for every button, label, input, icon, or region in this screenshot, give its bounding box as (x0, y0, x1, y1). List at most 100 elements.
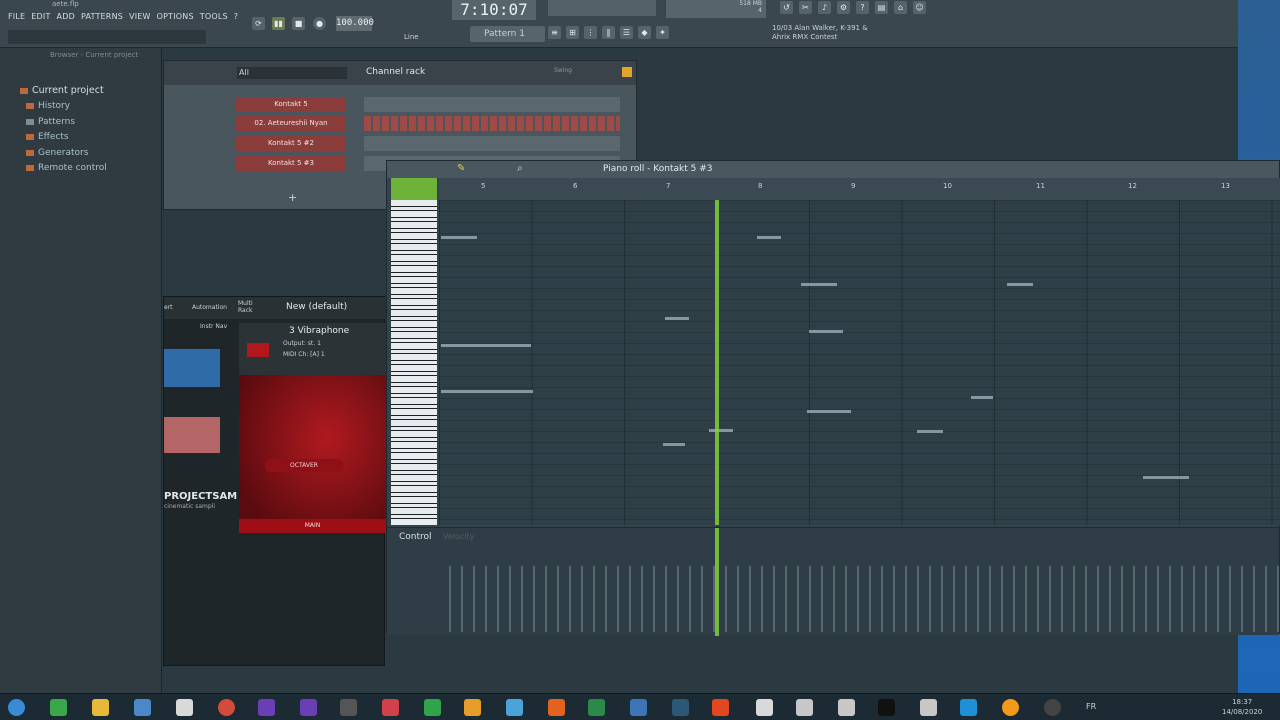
loop-icon[interactable]: ⟳ (252, 17, 265, 30)
app-green-icon[interactable] (50, 699, 67, 716)
lock-icon[interactable]: ⌂ (894, 1, 907, 14)
tab-left[interactable]: ert (164, 304, 173, 311)
piano-roll-titlebar[interactable]: Piano roll - Kontakt 5 #3 ✎ ⌕ (387, 161, 1279, 178)
vs-code-icon[interactable] (630, 699, 647, 716)
app-icon-4[interactable] (796, 699, 813, 716)
output-label[interactable]: Output: st. 1 (283, 340, 321, 347)
mic-icon[interactable]: ♪ (818, 1, 831, 14)
plugin-icon[interactable]: ◆ (638, 26, 651, 39)
control-value[interactable]: Velocity (443, 532, 474, 541)
skype-icon[interactable] (960, 699, 977, 716)
obs-icon[interactable] (1044, 699, 1061, 716)
network-icon[interactable] (506, 699, 523, 716)
channel-button[interactable]: Kontakt 5 (236, 97, 346, 112)
instrument-nav-label[interactable]: Instr Nav (200, 323, 227, 330)
cut-icon[interactable]: ✂ (799, 1, 812, 14)
browser-root[interactable]: Current project (20, 85, 104, 96)
instrument-name[interactable]: 3 Vibraphone (289, 326, 349, 336)
media-icon[interactable] (176, 699, 193, 716)
channel-steps[interactable] (364, 97, 620, 112)
settings-icon[interactable]: ⚙ (837, 1, 850, 14)
app-icon-5[interactable] (838, 699, 855, 716)
note[interactable] (807, 410, 851, 413)
main-tab[interactable]: MAIN (239, 519, 386, 533)
help-icon[interactable]: ? (856, 1, 869, 14)
browser-item-patterns[interactable]: Patterns (26, 117, 75, 127)
file-explorer-icon[interactable] (92, 699, 109, 716)
menu-file[interactable]: FILE (8, 12, 25, 21)
note[interactable] (441, 390, 533, 393)
note[interactable] (709, 429, 733, 432)
note[interactable] (441, 344, 531, 347)
timeline-ruler[interactable]: 5 6 7 8 9 10 11 12 13 (439, 178, 1280, 200)
library-thumb-1[interactable] (164, 349, 220, 387)
note-grid[interactable] (439, 200, 1280, 525)
pattern-selector[interactable]: Pattern 1 (470, 26, 545, 42)
velocity-bars[interactable] (439, 566, 1280, 632)
tab-automation[interactable]: Automation (192, 304, 227, 311)
note[interactable] (809, 330, 843, 333)
visual-studio-2-icon[interactable] (300, 699, 317, 716)
channel-rack-icon[interactable]: ⋮ (584, 26, 597, 39)
menu-tools[interactable]: TOOLS (200, 12, 228, 21)
start-icon[interactable] (8, 699, 25, 716)
tempo-display[interactable]: 100.000 (336, 16, 374, 31)
note[interactable] (917, 430, 943, 433)
browser-item-remote-control[interactable]: Remote control (26, 163, 107, 173)
note[interactable] (801, 283, 837, 286)
menu-add[interactable]: ADD (57, 12, 75, 21)
play-button[interactable]: ▮▮ (272, 17, 285, 30)
note[interactable] (665, 317, 689, 320)
gamepad-icon[interactable] (382, 699, 399, 716)
language-indicator[interactable]: FR (1086, 702, 1096, 711)
news-panel[interactable]: 10/03 Alan Walker, K-391 & Ahrix RMX Con… (772, 24, 868, 42)
save-icon[interactable]: ▤ (875, 1, 888, 14)
channel-button[interactable]: 02. Aeteureshii Nyan (236, 116, 346, 131)
note[interactable] (757, 236, 781, 239)
piano-roll-icon[interactable]: ⊞ (566, 26, 579, 39)
zoom-icon[interactable]: ⌕ (517, 163, 523, 174)
note[interactable] (663, 443, 685, 446)
graph-editor-icon[interactable] (622, 67, 632, 77)
playlist-icon[interactable]: ≡ (548, 26, 561, 39)
menu-edit[interactable]: EDIT (31, 12, 50, 21)
record-button[interactable]: ● (313, 17, 326, 30)
chrome-icon[interactable] (218, 699, 235, 716)
utorrent-icon[interactable] (588, 699, 605, 716)
app-icon-6[interactable] (920, 699, 937, 716)
channel-button[interactable]: Kontakt 5 #3 (236, 156, 346, 171)
menu-patterns[interactable]: PATTERNS (81, 12, 123, 21)
control-label[interactable]: Control (399, 532, 432, 542)
octaver-button[interactable]: OCTAVER (265, 459, 343, 472)
menu-help[interactable]: ? (234, 12, 238, 21)
note[interactable] (971, 396, 993, 399)
library-thumb-2[interactable] (164, 417, 220, 453)
browser-item-history[interactable]: History (26, 101, 70, 111)
note[interactable] (441, 236, 477, 239)
add-channel-button[interactable]: + (288, 191, 297, 204)
app-icon[interactable] (672, 699, 689, 716)
folder-app-icon[interactable] (464, 699, 481, 716)
piano-keyboard[interactable] (391, 200, 437, 525)
playhead[interactable] (715, 200, 719, 525)
pencil-icon[interactable]: ✎ (457, 163, 465, 174)
mixer-icon[interactable]: ‖ (602, 26, 615, 39)
visual-studio-icon[interactable] (258, 699, 275, 716)
channel-steps[interactable] (364, 136, 620, 151)
note[interactable] (1007, 283, 1033, 286)
audio-app-icon[interactable] (878, 699, 895, 716)
event-editor[interactable]: Control Velocity (387, 527, 1280, 636)
channel-steps[interactable] (364, 116, 620, 131)
menu-view[interactable]: VIEW (129, 12, 151, 21)
undo-icon[interactable]: ↺ (780, 1, 793, 14)
orange-app-icon[interactable] (548, 699, 565, 716)
channel-button[interactable]: Kontakt 5 #2 (236, 136, 346, 151)
tool-icon[interactable] (340, 699, 357, 716)
menu-options[interactable]: OPTIONS (157, 12, 194, 21)
browser-icon[interactable]: ☰ (620, 26, 633, 39)
note[interactable] (1143, 476, 1189, 479)
app-icon-2[interactable] (712, 699, 729, 716)
fl-studio-icon[interactable] (1002, 699, 1019, 716)
preset-name[interactable]: New (default) (286, 302, 347, 312)
notepad-icon[interactable] (134, 699, 151, 716)
